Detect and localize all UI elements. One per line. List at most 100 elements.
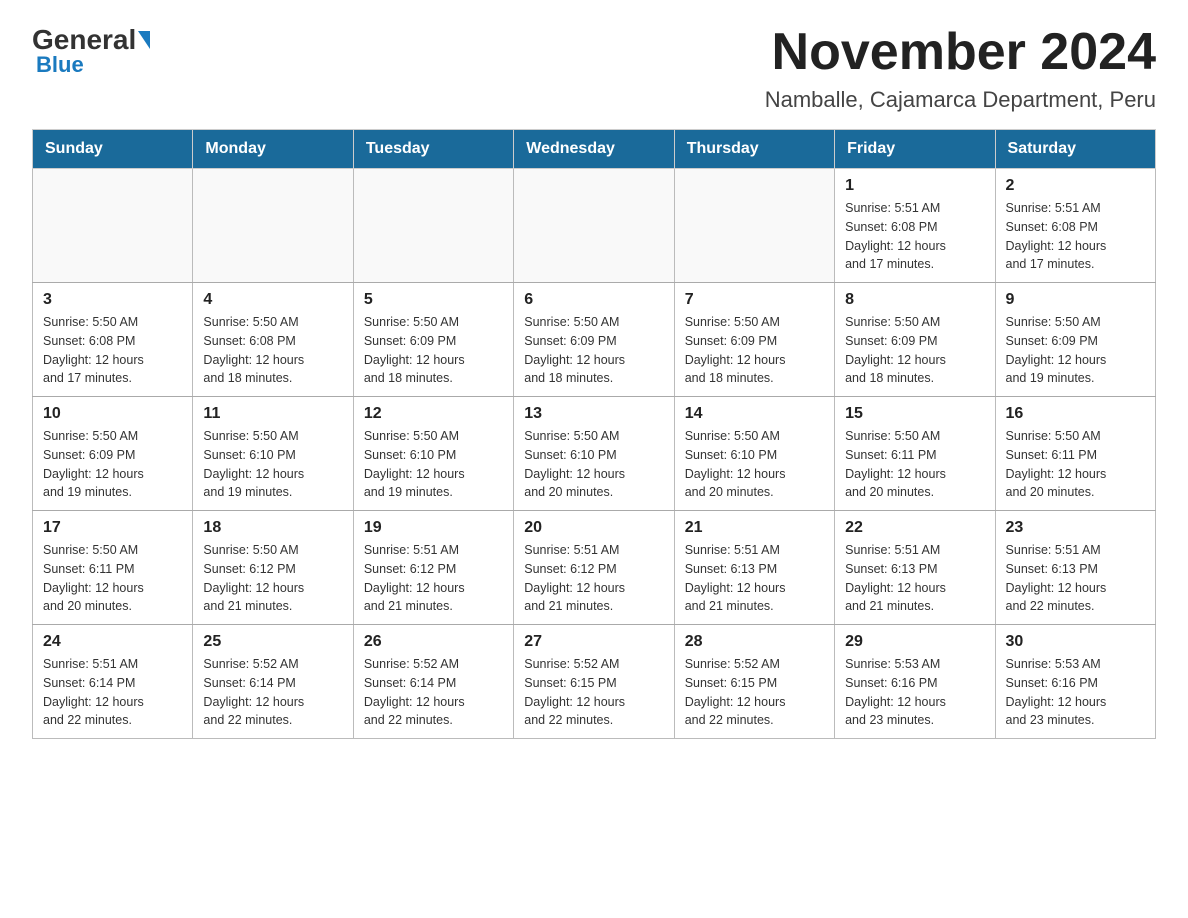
- day-number: 29: [845, 633, 984, 651]
- day-info: Sunrise: 5:50 AM Sunset: 6:12 PM Dayligh…: [203, 541, 342, 616]
- day-number: 8: [845, 291, 984, 309]
- day-number: 3: [43, 291, 182, 309]
- calendar-cell: 9Sunrise: 5:50 AM Sunset: 6:09 PM Daylig…: [995, 283, 1155, 397]
- calendar-cell: 23 Sunrise: 5:51 AM Sunset: 6:13 PM Dayli…: [995, 511, 1155, 625]
- calendar-cell: [514, 169, 674, 283]
- calendar-cell: 11Sunrise: 5:50 AM Sunset: 6:10 PM Dayli…: [193, 397, 353, 511]
- calendar-header: SundayMondayTuesdayWednesdayThursdayFrid…: [33, 130, 1156, 169]
- logo-triangle-icon: [138, 31, 150, 49]
- day-number: 27: [524, 633, 663, 651]
- day-info: Sunrise: 5:52 AM Sunset: 6:15 PM Dayligh…: [524, 655, 663, 730]
- day-info: Sunrise: 5:50 AM Sunset: 6:09 PM Dayligh…: [43, 427, 182, 502]
- day-number: 17: [43, 519, 182, 537]
- calendar-cell: 5Sunrise: 5:50 AM Sunset: 6:09 PM Daylig…: [353, 283, 513, 397]
- calendar-cell: 13 Sunrise: 5:50 AM Sunset: 6:10 PM Dayli…: [514, 397, 674, 511]
- day-number: 20: [524, 519, 663, 537]
- day-info: Sunrise: 5:50 AM Sunset: 6:10 PM Dayligh…: [524, 427, 663, 502]
- weekday-header-monday: Monday: [193, 130, 353, 169]
- calendar-cell: [353, 169, 513, 283]
- day-number: 14: [685, 405, 824, 423]
- day-number: 4: [203, 291, 342, 309]
- day-info: Sunrise: 5:51 AM Sunset: 6:08 PM Dayligh…: [1006, 199, 1145, 274]
- day-number: 5: [364, 291, 503, 309]
- day-number: 1: [845, 177, 984, 195]
- day-info: Sunrise: 5:51 AM Sunset: 6:14 PM Dayligh…: [43, 655, 182, 730]
- day-number: 6: [524, 291, 663, 309]
- day-info: Sunrise: 5:50 AM Sunset: 6:11 PM Dayligh…: [845, 427, 984, 502]
- logo: General Blue: [32, 24, 152, 78]
- day-info: Sunrise: 5:51 AM Sunset: 6:08 PM Dayligh…: [845, 199, 984, 274]
- calendar-cell: 14 Sunrise: 5:50 AM Sunset: 6:10 PM Dayli…: [674, 397, 834, 511]
- weekday-header-friday: Friday: [835, 130, 995, 169]
- weekday-header-wednesday: Wednesday: [514, 130, 674, 169]
- calendar-cell: [33, 169, 193, 283]
- day-number: 25: [203, 633, 342, 651]
- day-info: Sunrise: 5:50 AM Sunset: 6:09 PM Dayligh…: [845, 313, 984, 388]
- calendar-cell: 19 Sunrise: 5:51 AM Sunset: 6:12 PM Dayli…: [353, 511, 513, 625]
- day-number: 15: [845, 405, 984, 423]
- day-info: Sunrise: 5:50 AM Sunset: 6:10 PM Dayligh…: [685, 427, 824, 502]
- day-info: Sunrise: 5:51 AM Sunset: 6:12 PM Dayligh…: [524, 541, 663, 616]
- calendar-week-row: 10 Sunrise: 5:50 AM Sunset: 6:09 PM Dayli…: [33, 397, 1156, 511]
- page-subtitle: Namballe, Cajamarca Department, Peru: [765, 87, 1156, 113]
- calendar-cell: 22Sunrise: 5:51 AM Sunset: 6:13 PM Dayli…: [835, 511, 995, 625]
- day-info: Sunrise: 5:52 AM Sunset: 6:14 PM Dayligh…: [203, 655, 342, 730]
- header-area: General Blue November 2024 Namballe, Caj…: [32, 24, 1156, 113]
- calendar-cell: 10 Sunrise: 5:50 AM Sunset: 6:09 PM Dayli…: [33, 397, 193, 511]
- day-number: 2: [1006, 177, 1145, 195]
- calendar-cell: 15 Sunrise: 5:50 AM Sunset: 6:11 PM Dayli…: [835, 397, 995, 511]
- calendar-week-row: 17Sunrise: 5:50 AM Sunset: 6:11 PM Dayli…: [33, 511, 1156, 625]
- day-number: 13: [524, 405, 663, 423]
- logo-blue: Blue: [36, 52, 84, 78]
- calendar-week-row: 24 Sunrise: 5:51 AM Sunset: 6:14 PM Dayli…: [33, 625, 1156, 739]
- calendar-cell: 21 Sunrise: 5:51 AM Sunset: 6:13 PM Dayli…: [674, 511, 834, 625]
- day-info: Sunrise: 5:53 AM Sunset: 6:16 PM Dayligh…: [1006, 655, 1145, 730]
- day-number: 10: [43, 405, 182, 423]
- calendar-cell: 16 Sunrise: 5:50 AM Sunset: 6:11 PM Dayli…: [995, 397, 1155, 511]
- calendar-cell: [674, 169, 834, 283]
- calendar-week-row: 3Sunrise: 5:50 AM Sunset: 6:08 PM Daylig…: [33, 283, 1156, 397]
- day-number: 23: [1006, 519, 1145, 537]
- calendar-cell: 30Sunrise: 5:53 AM Sunset: 6:16 PM Dayli…: [995, 625, 1155, 739]
- day-info: Sunrise: 5:51 AM Sunset: 6:12 PM Dayligh…: [364, 541, 503, 616]
- calendar-cell: 7Sunrise: 5:50 AM Sunset: 6:09 PM Daylig…: [674, 283, 834, 397]
- weekday-header-thursday: Thursday: [674, 130, 834, 169]
- calendar-cell: [193, 169, 353, 283]
- page-title: November 2024: [765, 24, 1156, 81]
- day-number: 19: [364, 519, 503, 537]
- calendar-cell: 27 Sunrise: 5:52 AM Sunset: 6:15 PM Dayli…: [514, 625, 674, 739]
- day-info: Sunrise: 5:51 AM Sunset: 6:13 PM Dayligh…: [1006, 541, 1145, 616]
- day-info: Sunrise: 5:51 AM Sunset: 6:13 PM Dayligh…: [685, 541, 824, 616]
- day-info: Sunrise: 5:50 AM Sunset: 6:11 PM Dayligh…: [1006, 427, 1145, 502]
- calendar-cell: 18Sunrise: 5:50 AM Sunset: 6:12 PM Dayli…: [193, 511, 353, 625]
- day-number: 16: [1006, 405, 1145, 423]
- calendar-cell: 3Sunrise: 5:50 AM Sunset: 6:08 PM Daylig…: [33, 283, 193, 397]
- day-info: Sunrise: 5:50 AM Sunset: 6:10 PM Dayligh…: [203, 427, 342, 502]
- calendar-cell: 25 Sunrise: 5:52 AM Sunset: 6:14 PM Dayli…: [193, 625, 353, 739]
- day-number: 7: [685, 291, 824, 309]
- day-number: 24: [43, 633, 182, 651]
- calendar-cell: 29 Sunrise: 5:53 AM Sunset: 6:16 PM Dayli…: [835, 625, 995, 739]
- day-number: 22: [845, 519, 984, 537]
- calendar-cell: 24 Sunrise: 5:51 AM Sunset: 6:14 PM Dayli…: [33, 625, 193, 739]
- day-number: 21: [685, 519, 824, 537]
- weekday-header-tuesday: Tuesday: [353, 130, 513, 169]
- calendar-week-row: 1 Sunrise: 5:51 AM Sunset: 6:08 PM Daylig…: [33, 169, 1156, 283]
- day-info: Sunrise: 5:52 AM Sunset: 6:14 PM Dayligh…: [364, 655, 503, 730]
- calendar-cell: 12Sunrise: 5:50 AM Sunset: 6:10 PM Dayli…: [353, 397, 513, 511]
- calendar-cell: 17Sunrise: 5:50 AM Sunset: 6:11 PM Dayli…: [33, 511, 193, 625]
- day-info: Sunrise: 5:50 AM Sunset: 6:09 PM Dayligh…: [1006, 313, 1145, 388]
- calendar-cell: 1 Sunrise: 5:51 AM Sunset: 6:08 PM Daylig…: [835, 169, 995, 283]
- day-info: Sunrise: 5:52 AM Sunset: 6:15 PM Dayligh…: [685, 655, 824, 730]
- calendar-table: SundayMondayTuesdayWednesdayThursdayFrid…: [32, 129, 1156, 739]
- day-number: 26: [364, 633, 503, 651]
- calendar-cell: 28 Sunrise: 5:52 AM Sunset: 6:15 PM Dayli…: [674, 625, 834, 739]
- day-info: Sunrise: 5:53 AM Sunset: 6:16 PM Dayligh…: [845, 655, 984, 730]
- day-number: 12: [364, 405, 503, 423]
- calendar-cell: 4Sunrise: 5:50 AM Sunset: 6:08 PM Daylig…: [193, 283, 353, 397]
- day-number: 28: [685, 633, 824, 651]
- calendar-cell: 20 Sunrise: 5:51 AM Sunset: 6:12 PM Dayli…: [514, 511, 674, 625]
- day-info: Sunrise: 5:50 AM Sunset: 6:09 PM Dayligh…: [524, 313, 663, 388]
- calendar-cell: 26 Sunrise: 5:52 AM Sunset: 6:14 PM Dayli…: [353, 625, 513, 739]
- calendar-body: 1 Sunrise: 5:51 AM Sunset: 6:08 PM Daylig…: [33, 169, 1156, 739]
